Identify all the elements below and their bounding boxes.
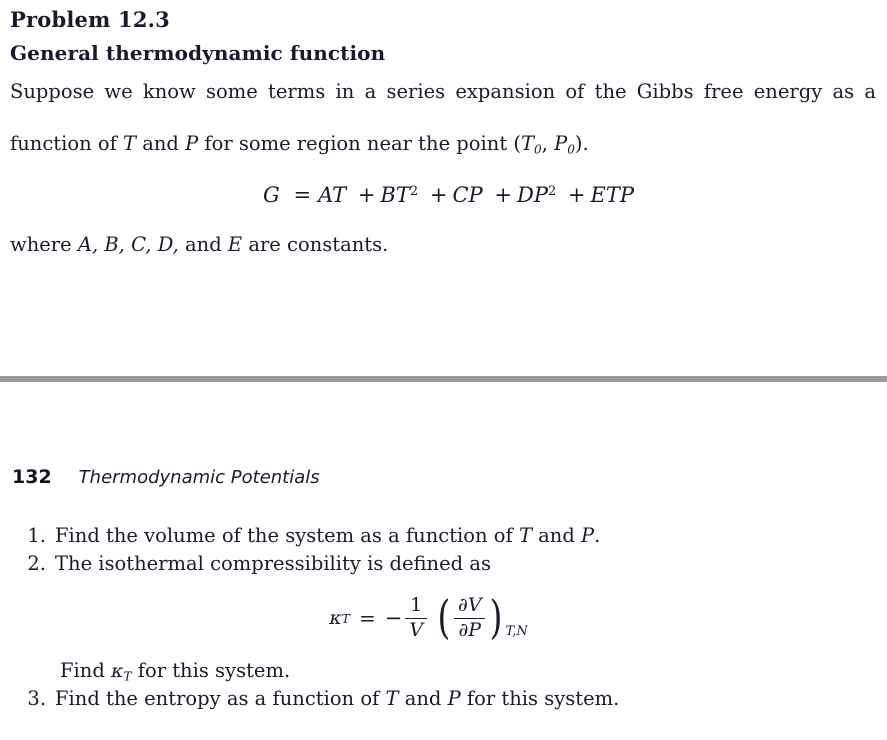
partial-denominator-variable: P xyxy=(468,618,482,641)
eq-term2-exponent: 2 xyxy=(409,184,419,200)
eq-term1-coefficient: A xyxy=(318,183,333,208)
one-over-V-fraction: 1 V xyxy=(405,594,428,641)
partial-derivative-group: ( ∂V ∂P ) T,N xyxy=(435,590,528,645)
where-constant-E: E xyxy=(227,233,243,257)
q1-text-prefix: Find the volume of the system as a funct… xyxy=(55,524,519,547)
eq-plus-1: + xyxy=(357,183,376,208)
eq-lhs-G: G xyxy=(263,183,280,208)
paragraph-line-2-suffix: for some region near the point ( xyxy=(198,131,521,155)
eq-term4-coefficient: D xyxy=(516,183,534,208)
kappa-minus-sign: − xyxy=(384,606,403,631)
list-item-number: 3. xyxy=(27,687,46,711)
math-var-P: P xyxy=(185,131,199,155)
list-item-number: 2. xyxy=(27,551,46,575)
find-kappa-subscript: T xyxy=(123,669,132,684)
eq-term4-exponent: 2 xyxy=(547,184,557,200)
partial-numerator-variable: V xyxy=(467,594,482,617)
list-item: 3. Find the entropy as a function of T a… xyxy=(0,685,887,713)
fraction-denominator: V xyxy=(405,617,428,641)
question-list: 1. Find the volume of the system as a fu… xyxy=(0,522,887,713)
kappa-equals-sign: = xyxy=(358,606,376,631)
eq-term4-variable: P xyxy=(533,183,548,208)
gibbs-energy-equation: G = AT + BT2 + CP + DP2 + ETP xyxy=(10,183,877,207)
partial-symbol-numerator: ∂ xyxy=(458,594,468,617)
point-close-paren: ). xyxy=(574,131,589,155)
list-item: 1. Find the volume of the system as a fu… xyxy=(0,522,887,550)
where-prefix: where xyxy=(10,233,78,257)
paragraph-line-1-text: Suppose we know some terms in a series e… xyxy=(10,80,876,104)
point-comma: , xyxy=(541,131,555,155)
where-and: and xyxy=(178,233,228,257)
math-var-T: T xyxy=(122,131,136,155)
eq-term2-coefficient: B xyxy=(380,183,396,208)
q3-math-var-P: P xyxy=(447,687,461,711)
problem-title: Problem 12.3 xyxy=(10,7,170,32)
point-var-P-subscript: 0 xyxy=(567,142,575,157)
problem-block: Problem 12.3 General thermodynamic funct… xyxy=(10,7,877,256)
find-kappa-symbol: κ xyxy=(111,659,124,682)
paragraph-line-2-prefix: function of xyxy=(10,131,123,155)
constants-line: where A, B, C, D, and E are constants. xyxy=(10,233,877,256)
partial-symbol-denominator: ∂ xyxy=(458,618,469,641)
eq-term3-variable: P xyxy=(468,183,483,208)
compressibility-equation: κT = − 1 V ( ∂V ∂P ) T,N xyxy=(0,590,887,645)
point-var-T-subscript: 0 xyxy=(534,142,542,157)
where-suffix: are constants. xyxy=(242,233,389,257)
fraction-numerator: 1 xyxy=(410,594,423,617)
problem-subtitle: General thermodynamic function xyxy=(10,41,386,66)
list-item-text: The isothermal compressibility is define… xyxy=(55,550,887,578)
point-var-P: P xyxy=(554,131,568,155)
page-running-header: 132 Thermodynamic Potentials xyxy=(12,466,320,488)
page-number: 132 xyxy=(12,466,52,488)
partial-derivative-fraction: ∂V ∂P xyxy=(454,595,486,641)
paragraph-line-2-mid: and xyxy=(136,131,186,155)
q1-text-mid: and xyxy=(531,524,582,547)
find-kappa-line: Find κT for this system. xyxy=(0,657,887,686)
eq-plus-3: + xyxy=(494,183,512,208)
open-paren: ( xyxy=(437,590,451,645)
paragraph-line-1: Suppose we know some terms in a series e… xyxy=(10,79,876,131)
where-constants-list: A, B, C, D, xyxy=(77,233,179,257)
q3-text-prefix: Find the entropy as a function of xyxy=(55,687,386,711)
list-item: 2. The isothermal compressibility is def… xyxy=(0,550,887,578)
q3-text-suffix: for this system. xyxy=(460,687,620,711)
find-kappa-suffix: for this system. xyxy=(131,658,291,682)
partial-numerator: ∂V xyxy=(454,595,486,617)
eq-term3-coefficient: C xyxy=(452,183,469,208)
q3-math-var-T: T xyxy=(385,687,399,711)
find-kappa-prefix: Find xyxy=(60,658,112,682)
q2-text-prefix: The isothermal compressibility is define… xyxy=(55,551,491,575)
kappa-symbol: κ xyxy=(329,607,342,630)
chapter-running-title: Thermodynamic Potentials xyxy=(78,467,320,488)
partial-denominator: ∂P xyxy=(454,617,486,641)
eq-term1-variable: T xyxy=(332,183,347,208)
partial-derivative-subscript: T,N xyxy=(505,623,528,639)
eq-term2-variable: T xyxy=(395,183,410,208)
eq-plus-4: + xyxy=(567,183,586,208)
list-item-text: Find the volume of the system as a funct… xyxy=(55,522,887,550)
list-item-text: Find the entropy as a function of T and … xyxy=(55,685,887,713)
close-paren: ) xyxy=(489,590,503,645)
eq-plus-2: + xyxy=(429,183,448,208)
q3-text-mid: and xyxy=(398,687,448,711)
q1-math-var-P: P xyxy=(581,524,595,547)
problem-paragraph: Suppose we know some terms in a series e… xyxy=(10,79,876,157)
list-item-number: 1. xyxy=(27,524,46,547)
q1-text-suffix: . xyxy=(594,524,601,547)
eq-term5: ETP xyxy=(590,183,634,208)
eq-equals-sign: = xyxy=(293,183,312,208)
paragraph-line-2: function of T and P for some region near… xyxy=(10,131,876,157)
kappa-subscript: T xyxy=(341,610,350,626)
point-var-T: T xyxy=(520,131,534,155)
section-divider xyxy=(0,376,887,382)
q1-math-var-T: T xyxy=(518,524,532,547)
